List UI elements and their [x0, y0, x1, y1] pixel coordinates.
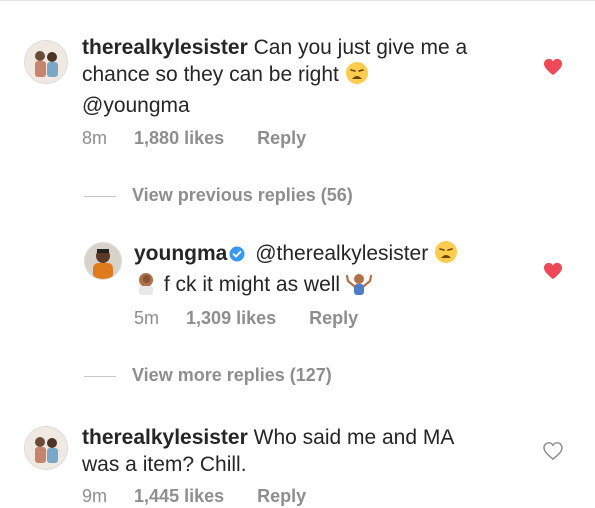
reply-body-part2: ck it might as well — [175, 273, 341, 296]
comment-2: therealkylesister Who said me and MA was… — [0, 410, 595, 508]
reply-body-part1: f — [163, 273, 170, 296]
weary-face-emoji — [345, 61, 369, 92]
mention-link[interactable]: @youngma — [82, 94, 190, 117]
heart-outline-icon[interactable] — [543, 442, 563, 461]
comment-1: therealkylesister Can you just give me a… — [0, 0, 595, 170]
weary-face-emoji — [434, 240, 458, 271]
view-previous-label[interactable]: View previous replies (56) — [132, 185, 353, 205]
comment-meta: 9m 1,445 likes Reply — [82, 486, 306, 507]
comment-text: therealkylesister Can you just give me a… — [82, 34, 522, 119]
verified-badge-icon — [229, 242, 245, 269]
timestamp: 5m — [134, 308, 160, 328]
comment-username[interactable]: therealkylesister — [82, 36, 248, 59]
likes-count[interactable]: 1,309 likes — [186, 308, 276, 329]
comment-username[interactable]: therealkylesister — [82, 426, 248, 449]
view-more-label[interactable]: View more replies (127) — [132, 365, 332, 385]
divider-line — [84, 375, 116, 377]
comment-body-line1: Can you just give me a — [253, 36, 468, 59]
heart-filled-icon[interactable] — [543, 262, 563, 280]
mention-link[interactable]: @therealkylesister — [255, 242, 428, 265]
comment-meta: 8m 1,880 likes Reply — [82, 128, 306, 149]
reply-button[interactable]: Reply — [257, 486, 306, 507]
likes-count[interactable]: 1,880 likes — [134, 128, 224, 149]
reply-meta: 5m 1,309 likes Reply — [134, 308, 358, 329]
view-more-replies[interactable]: View more replies (127) — [84, 365, 332, 386]
comment-body-line2: chance so they can be right — [82, 63, 339, 86]
timestamp: 9m — [82, 486, 108, 506]
reply-username[interactable]: youngma — [134, 242, 227, 265]
likes-count[interactable]: 1,445 likes — [134, 486, 224, 507]
comment-body-line2: was a item? Chill. — [82, 453, 247, 476]
divider-line — [84, 195, 116, 197]
heart-filled-icon[interactable] — [543, 58, 563, 76]
man-shrugging-emoji — [345, 271, 373, 302]
reply-button[interactable]: Reply — [309, 308, 358, 329]
reply-button[interactable]: Reply — [257, 128, 306, 149]
reply-text: youngma @therealkylesister f ck it might… — [134, 240, 534, 302]
avatar[interactable] — [24, 40, 68, 84]
reply-comment: youngma @therealkylesister f ck it might… — [0, 230, 595, 340]
comment-body-line1: Who said me and MA — [253, 426, 455, 449]
avatar[interactable] — [24, 426, 68, 470]
avatar[interactable] — [84, 242, 122, 280]
man-facepalming-emoji — [134, 271, 158, 302]
view-previous-replies[interactable]: View previous replies (56) — [84, 185, 353, 206]
comment-text: therealkylesister Who said me and MA was… — [82, 424, 522, 478]
timestamp: 8m — [82, 128, 108, 148]
